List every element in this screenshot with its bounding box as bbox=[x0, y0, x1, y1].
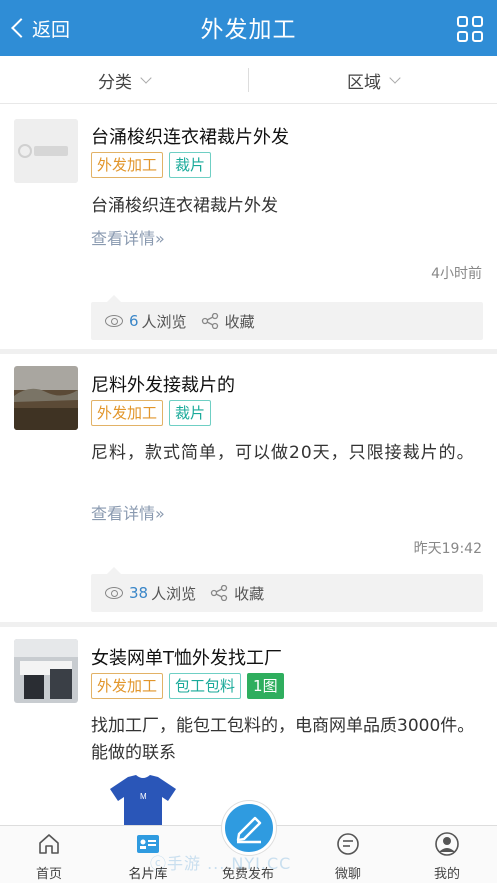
home-icon bbox=[39, 834, 59, 854]
grid-menu-icon[interactable] bbox=[457, 16, 483, 42]
view-details-link[interactable]: 查看详情» bbox=[91, 225, 165, 249]
tag-list: 外发加工 裁片 bbox=[91, 400, 212, 426]
view-details-link[interactable]: 查看详情» bbox=[91, 500, 165, 524]
post-item[interactable]: 台涌梭织连衣裙裁片外发 外发加工 裁片 台涌梭织连衣裙裁片外发 查看详情» 4小… bbox=[0, 105, 497, 349]
eye-icon bbox=[105, 587, 123, 599]
tag-list: 外发加工 包工包料 1图 bbox=[91, 673, 284, 699]
share-icon[interactable] bbox=[201, 313, 219, 329]
favorite-button[interactable]: 收藏 bbox=[225, 311, 255, 332]
post-description: 找加工厂，能包工包料的，电商网单品质3000件。能做的联系 bbox=[91, 716, 475, 763]
svg-text:M: M bbox=[140, 792, 147, 801]
post-title[interactable]: 尼料外发接裁片的 bbox=[91, 371, 235, 397]
publish-button[interactable] bbox=[222, 801, 276, 855]
top-bar: 返回 外发加工 bbox=[0, 0, 497, 56]
post-stats: 6 人浏览 收藏 bbox=[91, 295, 483, 340]
post-item[interactable]: 女装网单T恤外发找工厂 外发加工 包工包料 1图 找加工厂，能包工包料的，电商网… bbox=[0, 627, 497, 825]
avatar bbox=[14, 119, 78, 183]
post-title[interactable]: 台涌梭织连衣裙裁片外发 bbox=[91, 123, 289, 149]
tab-chat[interactable]: 微聊 bbox=[308, 826, 388, 883]
tag: 外发加工 bbox=[91, 400, 164, 426]
post-time: 昨天19:42 bbox=[413, 541, 482, 557]
post-title[interactable]: 女装网单T恤外发找工厂 bbox=[91, 644, 282, 670]
tag: 包工包料 bbox=[169, 673, 242, 699]
region-filter-label: 区域 bbox=[347, 72, 381, 93]
views-count: 6 bbox=[129, 312, 139, 330]
landscape-photo-icon bbox=[14, 366, 78, 430]
company-logo-icon bbox=[14, 119, 78, 183]
views-suffix: 人浏览 bbox=[141, 312, 187, 331]
post-time: 4小时前 bbox=[431, 266, 482, 282]
region-filter[interactable]: 区域 bbox=[249, 56, 497, 104]
post-stats: 38 人浏览 收藏 bbox=[91, 567, 483, 612]
tab-profile[interactable]: 我的 bbox=[407, 826, 487, 883]
tab-home[interactable]: 首页 bbox=[9, 826, 89, 883]
avatar bbox=[14, 366, 78, 430]
chevron-down-icon bbox=[389, 71, 401, 84]
post-description: 尼料，款式简单，可以做20天，只限接裁片的。 bbox=[91, 443, 475, 463]
tag: 外发加工 bbox=[91, 673, 164, 699]
tag-list: 外发加工 裁片 bbox=[91, 152, 212, 178]
share-icon[interactable] bbox=[210, 585, 228, 601]
chat-icon bbox=[337, 833, 359, 855]
office-photo-icon bbox=[14, 639, 78, 703]
tab-chat-label: 微聊 bbox=[334, 867, 361, 882]
tag: 外发加工 bbox=[91, 152, 164, 178]
watermark-text: ⓒ手游 ... NYI.CC bbox=[150, 854, 292, 873]
page-title: 外发加工 bbox=[200, 17, 297, 43]
tag: 裁片 bbox=[169, 152, 212, 178]
tab-profile-label: 我的 bbox=[433, 867, 460, 882]
tab-home-label: 首页 bbox=[35, 867, 62, 882]
tag: 裁片 bbox=[169, 400, 212, 426]
post-item[interactable]: 尼料外发接裁片的 外发加工 裁片 尼料，款式简单，可以做20天，只限接裁片的。 … bbox=[0, 354, 497, 622]
category-filter-label: 分类 bbox=[98, 72, 132, 93]
filter-bar: 分类 区域 bbox=[0, 56, 497, 104]
avatar bbox=[14, 639, 78, 703]
publish-icon bbox=[236, 816, 262, 844]
profile-icon bbox=[435, 832, 459, 856]
tshirt-image[interactable]: M bbox=[110, 775, 176, 825]
eye-icon bbox=[105, 315, 123, 327]
post-description: 台涌梭织连衣裙裁片外发 bbox=[91, 196, 278, 216]
views-count: 38 bbox=[129, 584, 149, 602]
category-filter[interactable]: 分类 bbox=[0, 56, 248, 104]
favorite-button[interactable]: 收藏 bbox=[234, 583, 264, 604]
chevron-down-icon bbox=[140, 71, 152, 84]
image-count-badge: 1图 bbox=[247, 673, 284, 699]
views-suffix: 人浏览 bbox=[151, 584, 197, 603]
